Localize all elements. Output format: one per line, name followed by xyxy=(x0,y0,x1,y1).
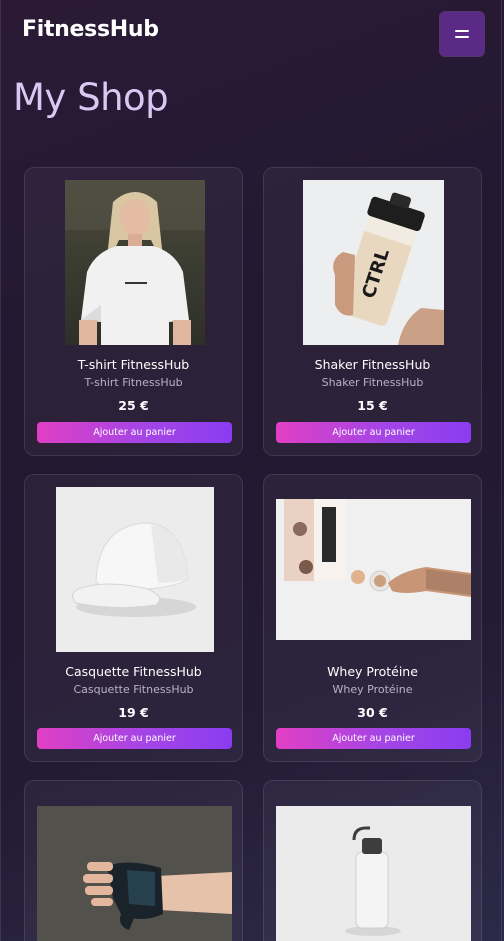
product-card: Casquette FitnessHub Casquette FitnessHu… xyxy=(24,474,243,762)
product-price: 19 € xyxy=(118,705,149,720)
page-title: My Shop xyxy=(13,76,169,119)
add-to-cart-button[interactable]: Ajouter au panier xyxy=(276,422,471,443)
product-title: T-shirt FitnessHub xyxy=(77,357,190,372)
product-price: 30 € xyxy=(357,705,388,720)
product-image-bottle xyxy=(276,806,471,941)
product-image-gloves xyxy=(37,806,232,941)
product-subtitle: Shaker FitnessHub xyxy=(321,376,424,389)
add-to-cart-button[interactable]: Ajouter au panier xyxy=(37,422,232,443)
product-image-whey xyxy=(276,499,471,640)
product-card: T-shirt FitnessHub T-shirt FitnessHub 25… xyxy=(24,167,243,456)
hamburger-menu-icon xyxy=(455,29,469,39)
product-subtitle: Whey Protéine xyxy=(332,683,413,696)
product-card xyxy=(24,780,243,941)
product-price: 25 € xyxy=(118,398,149,413)
product-price: 15 € xyxy=(357,398,388,413)
product-title: Casquette FitnessHub xyxy=(65,664,202,679)
brand-logo[interactable]: FitnessHub xyxy=(22,17,159,42)
product-image-tshirt xyxy=(65,180,205,345)
product-subtitle: T-shirt FitnessHub xyxy=(84,376,183,389)
product-title: Shaker FitnessHub xyxy=(314,357,431,372)
navbar: FitnessHub xyxy=(0,0,504,66)
product-card xyxy=(263,780,482,941)
product-subtitle: Casquette FitnessHub xyxy=(73,683,194,696)
menu-toggle-button[interactable] xyxy=(440,12,484,56)
product-image-shaker: CTRL xyxy=(303,180,444,345)
add-to-cart-button[interactable]: Ajouter au panier xyxy=(37,728,232,749)
product-title: Whey Protéine xyxy=(327,664,418,679)
product-card: CTRL Shaker FitnessHub Shaker FitnessHub… xyxy=(263,167,482,456)
product-card: Whey Protéine Whey Protéine 30 € Ajouter… xyxy=(263,474,482,762)
add-to-cart-button[interactable]: Ajouter au panier xyxy=(276,728,471,749)
product-image-cap xyxy=(56,487,214,652)
